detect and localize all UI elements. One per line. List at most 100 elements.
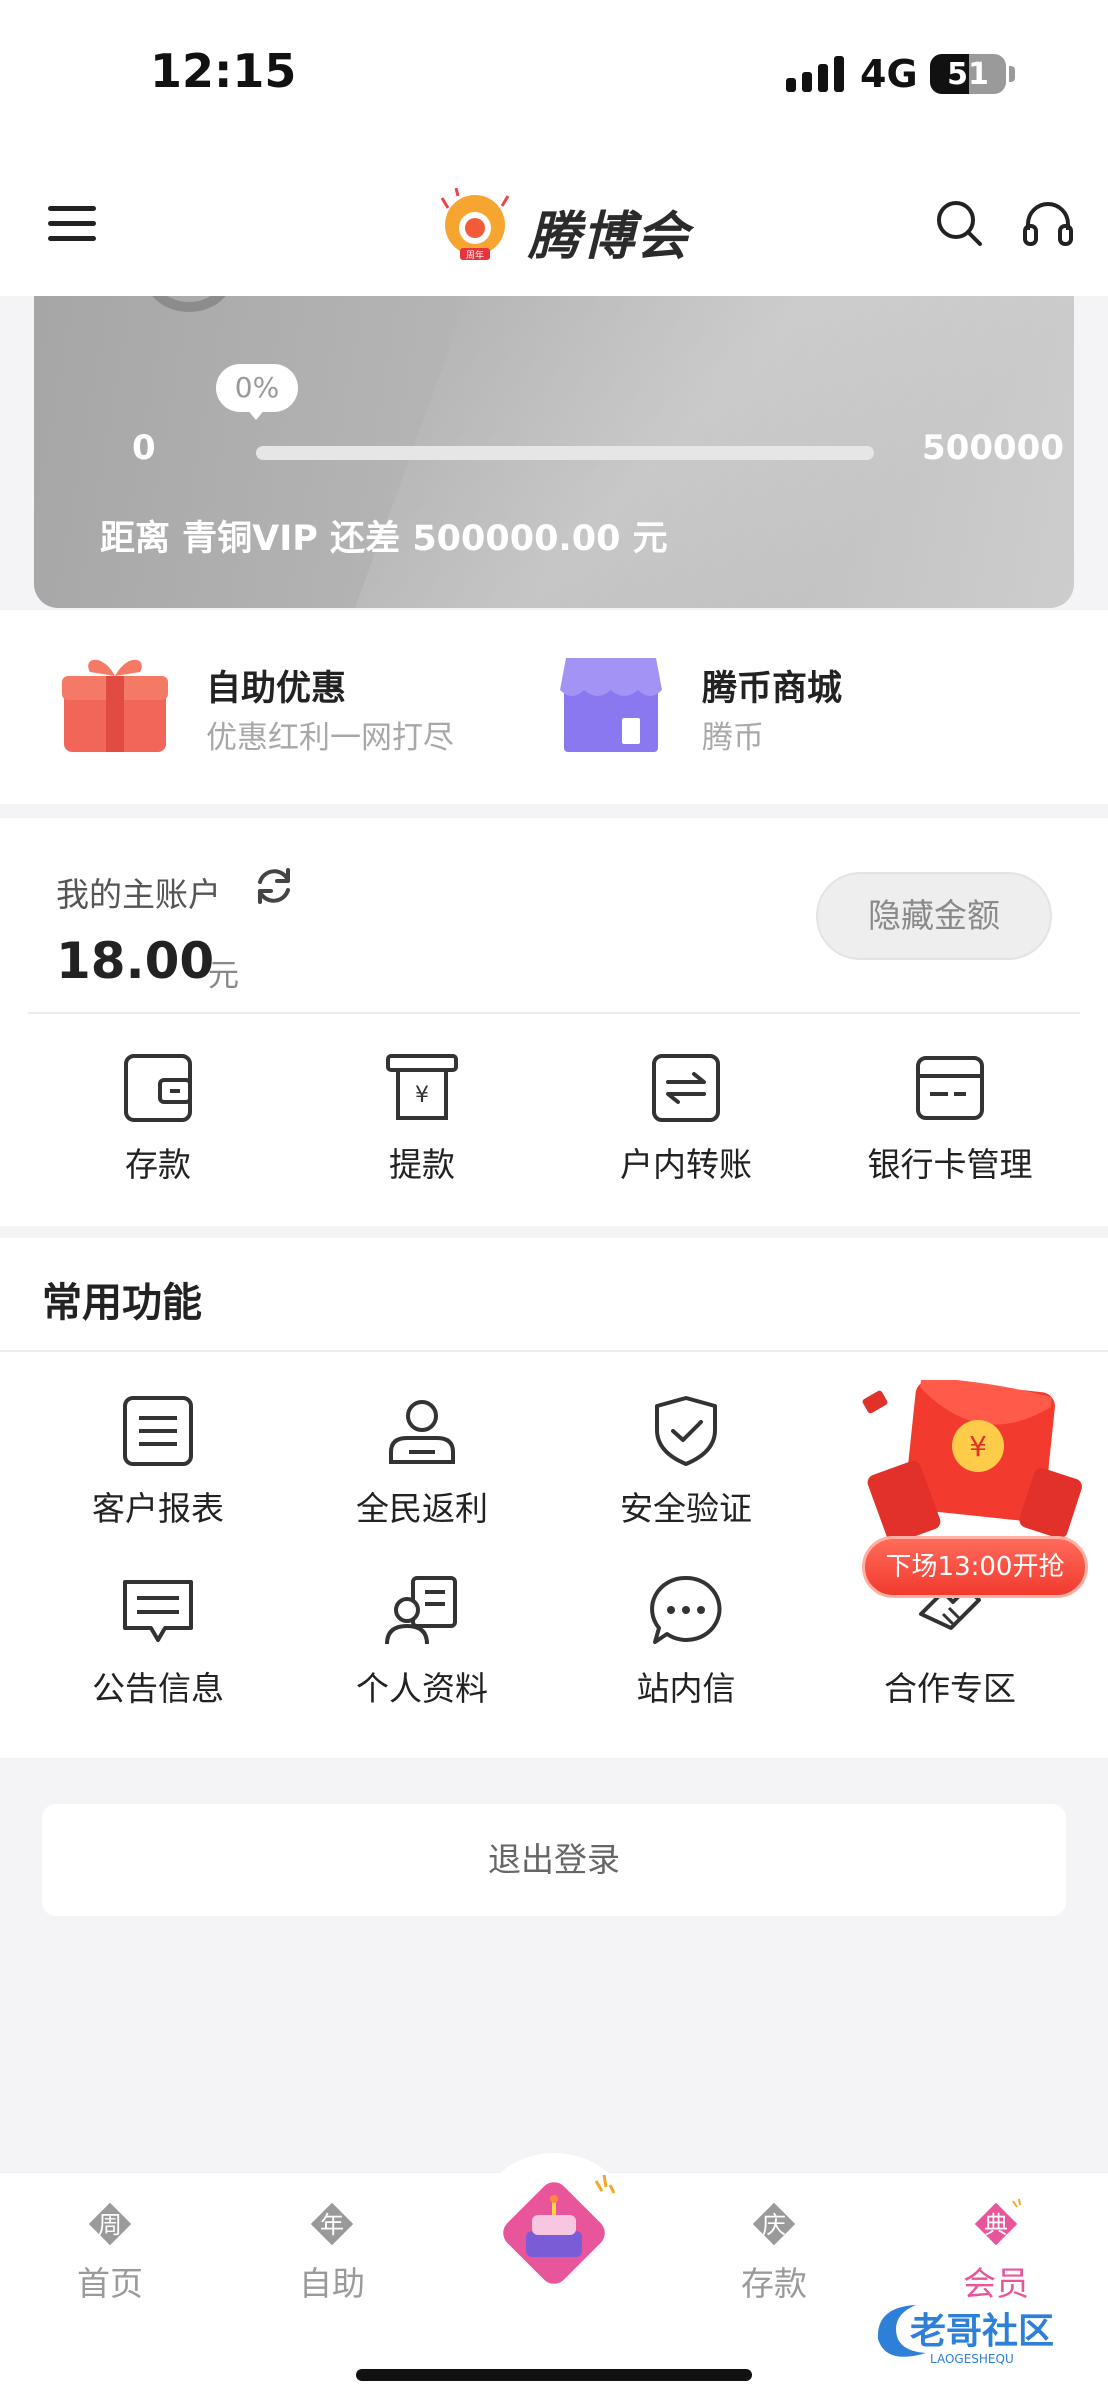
nav-deposit[interactable]: 庆 存款 (694, 2197, 854, 2305)
nav-badge: 典 (984, 2211, 1008, 2239)
envelope-coin: ¥ (969, 1430, 987, 1463)
account-balance: 18.00 (56, 932, 215, 990)
logo-badge-text: 周年 (466, 249, 484, 261)
promo-row: 自助优惠 优惠红利一网打尽 腾币商城 腾币 (0, 610, 1108, 804)
promo-coin-store[interactable]: 腾币商城 腾币 (558, 652, 998, 762)
nav-anniversary-center[interactable] (470, 2153, 638, 2321)
nav-badge: 庆 (762, 2211, 786, 2239)
app-header: 周年 腾博会 (0, 150, 1108, 296)
battery-icon: 51 (930, 54, 1006, 94)
nav-label: 自助 (299, 2264, 365, 2303)
hide-amount-button[interactable]: 隐藏金额 (816, 872, 1052, 960)
feature-label: 站内信 (636, 1669, 736, 1708)
bank-card-icon (916, 1056, 984, 1120)
status-bar: 12:15 4G 51 (0, 0, 1108, 150)
wallet-icon (124, 1054, 192, 1122)
feature-label: 全民返利 (356, 1489, 488, 1528)
red-envelope-icon: ¥ (862, 1380, 1082, 1544)
status-time: 12:15 (150, 44, 297, 98)
promo-title: 自助优惠 (206, 669, 347, 709)
nav-label: 首页 (77, 2264, 143, 2303)
nav-badge: 年 (320, 2211, 344, 2239)
vip-level-badge (144, 296, 234, 312)
brand-name: 腾博会 (528, 207, 691, 267)
watermark-logo: 老哥社区 LAOGESHEQU (877, 2305, 1054, 2366)
promo-self-service[interactable]: 自助优惠 优惠红利一网打尽 (62, 652, 502, 762)
account-label: 我的主账户 (56, 875, 221, 914)
gift-icon (62, 659, 168, 752)
bank-card-button[interactable]: 银行卡管理 (818, 1052, 1082, 1202)
nav-badge: 周 (98, 2211, 122, 2239)
nav-label: 会员 (963, 2264, 1029, 2303)
feature-profile[interactable]: 个人资料 (290, 1574, 554, 1724)
envelope-countdown: 下场13:00开抢 (862, 1536, 1088, 1598)
divider (0, 1350, 1108, 1352)
search-icon[interactable] (934, 198, 984, 248)
chat-bubble-icon (650, 1575, 722, 1644)
action-label: 存款 (125, 1145, 191, 1184)
feature-label: 公告信息 (92, 1669, 224, 1708)
diamond-badge-icon: 周 (88, 2202, 132, 2246)
screen: 12:15 4G 51 周年 腾博会 0% 0 500000 距离 青铜VIP … (0, 0, 1108, 2400)
feature-security[interactable]: 安全验证 (554, 1394, 818, 1544)
vip-min-value: 0 (132, 428, 156, 468)
divider (28, 1012, 1080, 1014)
nav-label: 存款 (741, 2264, 807, 2303)
report-icon (123, 1396, 193, 1466)
account-balance-unit: 元 (208, 958, 239, 994)
feature-label: 安全验证 (620, 1489, 752, 1528)
shield-check-icon (655, 1396, 717, 1466)
battery-tip (1009, 66, 1015, 82)
red-envelope-float[interactable]: ¥ 下场13:00开抢 (850, 1380, 1090, 1602)
store-icon (560, 658, 662, 752)
feature-client-report[interactable]: 客户报表 (26, 1394, 290, 1544)
watermark-text: 老哥社区 (910, 2311, 1054, 2352)
feature-label: 客户报表 (92, 1489, 224, 1528)
feature-rebate[interactable]: 全民返利 (290, 1394, 554, 1544)
profile-card-icon (385, 1576, 457, 1645)
vip-progress-percent: 0% (216, 364, 298, 420)
main-account-panel: 我的主账户 18.00 元 隐藏金额 存款 ¥ 提款 户内转账 银行卡管理 (0, 818, 1108, 1226)
announcement-icon (123, 1580, 193, 1642)
atm-withdraw-icon: ¥ (386, 1054, 458, 1120)
bottom-nav: 周 首页 年 自助 庆 存款 典 会员 老哥社区 LAOGESHEQU (0, 2153, 1108, 2400)
refresh-icon[interactable] (252, 864, 296, 908)
user-rebate-icon (389, 1400, 455, 1464)
nav-home[interactable]: 周 首页 (30, 2197, 190, 2305)
promo-title: 腾币商城 (702, 669, 843, 709)
action-label: 银行卡管理 (867, 1145, 1033, 1184)
vip-progress-bar (256, 446, 874, 460)
vip-progress-card: 0% 0 500000 距离 青铜VIP 还差 500000.00 元 (34, 296, 1074, 608)
battery-level: 51 (947, 57, 989, 92)
anniversary-logo-icon: 周年 (440, 188, 510, 261)
diamond-badge-icon: 庆 (752, 2202, 796, 2246)
action-label: 户内转账 (620, 1145, 752, 1184)
svg-text:¥: ¥ (415, 1083, 429, 1108)
feature-label: 个人资料 (356, 1669, 488, 1708)
feature-label: 合作专区 (884, 1669, 1016, 1708)
nav-self-service[interactable]: 年 自助 (252, 2197, 412, 2305)
watermark-sub: LAOGESHEQU (930, 2352, 1014, 2366)
promo-subtitle: 腾币 (702, 720, 764, 756)
nav-member[interactable]: 典 会员 (916, 2197, 1076, 2305)
diamond-badge-icon: 年 (310, 2202, 354, 2246)
promo-subtitle: 优惠红利一网打尽 (206, 720, 454, 756)
deposit-button[interactable]: 存款 (26, 1052, 290, 1202)
brand-logo: 周年 腾博会 (418, 174, 698, 270)
withdraw-button[interactable]: ¥ 提款 (290, 1052, 554, 1202)
signal-icon (786, 56, 844, 92)
section-title: 常用功能 (42, 1280, 202, 1326)
network-type: 4G (860, 52, 918, 96)
customer-service-icon[interactable] (1022, 198, 1074, 248)
birthday-cake-icon (503, 2174, 616, 2284)
action-label: 提款 (389, 1145, 455, 1184)
menu-icon[interactable] (48, 206, 96, 242)
feature-inbox[interactable]: 站内信 (554, 1574, 818, 1724)
internal-transfer-button[interactable]: 户内转账 (554, 1052, 818, 1202)
feature-announcement[interactable]: 公告信息 (26, 1574, 290, 1724)
vip-max-value: 500000 (922, 428, 1064, 468)
vip-gap-text: 距离 青铜VIP 还差 500000.00 元 (100, 519, 668, 559)
diamond-badge-icon: 典 (974, 2198, 1021, 2246)
home-indicator (356, 2369, 752, 2381)
logout-button[interactable]: 退出登录 (42, 1804, 1066, 1916)
